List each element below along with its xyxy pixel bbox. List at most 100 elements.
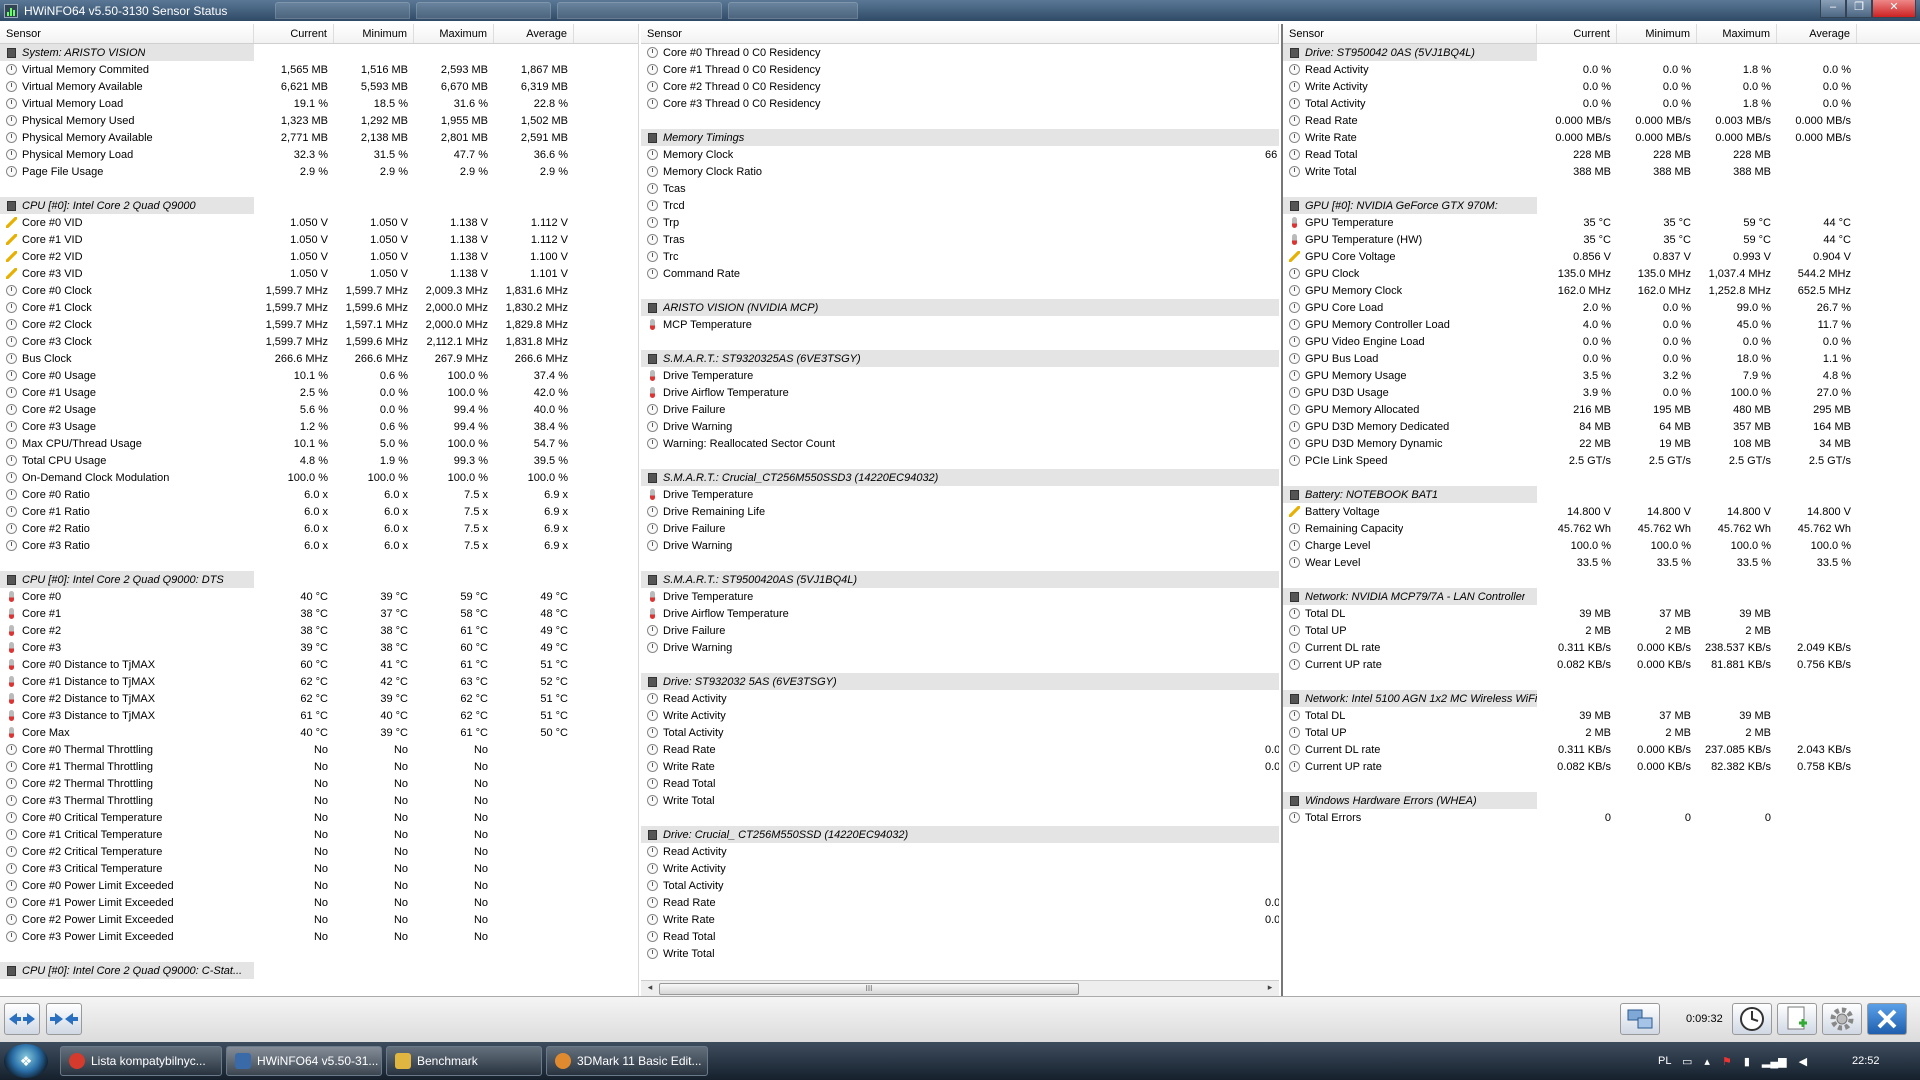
sensor-row[interactable]: Drive Remaining Life (641, 503, 1279, 520)
sensor-row[interactable]: GPU Memory Clock 162.0 MHz 162.0 MHz 1,252.… (1283, 282, 1920, 299)
sensor-row[interactable]: Core #1 Critical Temperature No No No (0, 826, 638, 843)
sensor-group-header[interactable]: Drive: ST932032 5AS (6VE3TSGY) (641, 673, 1279, 690)
sensor-group-header[interactable]: GPU [#0]: NVIDIA GeForce GTX 970M: (1283, 197, 1920, 214)
sensor-row[interactable]: Core #3 Clock 1,599.7 MHz 1,599.6 MHz 2,112… (0, 333, 638, 350)
minimize-button[interactable]: – (1820, 0, 1846, 18)
sensor-row[interactable]: GPU Video Engine Load 0.0 % 0.0 % 0.0 % 0.0 … (1283, 333, 1920, 350)
volume-icon[interactable]: ◀ (1799, 1055, 1807, 1068)
sensor-row[interactable]: Total Activity (641, 877, 1279, 894)
sensor-row[interactable]: Core #0 40 °C 39 °C 59 °C 49 °C (0, 588, 638, 605)
sensor-row[interactable]: Drive Airflow Temperature (641, 384, 1279, 401)
settings-button[interactable] (1822, 1003, 1862, 1035)
sensor-group-header[interactable]: S.M.A.R.T.: ST9500420AS (5VJ1BQ4L) (641, 571, 1279, 588)
sensor-row[interactable]: Core #2 Clock 1,599.7 MHz 1,597.1 MHz 2,000… (0, 316, 638, 333)
sensor-row[interactable]: Drive Temperature (641, 367, 1279, 384)
title-bar[interactable]: HWiNFO64 v5.50-3130 Sensor Status – ❐ ✕ (0, 0, 1920, 21)
sensor-row[interactable]: Core #3 Distance to TjMAX 61 °C 40 °C 62 °C… (0, 707, 638, 724)
language-indicator[interactable]: PL (1658, 1042, 1671, 1080)
sensor-row[interactable]: Command Rate (641, 265, 1279, 282)
sensor-group-header[interactable]: Battery: NOTEBOOK BAT1 (1283, 486, 1920, 503)
sensor-row[interactable]: Core #3 Critical Temperature No No No (0, 860, 638, 877)
sensor-row[interactable]: Total Activity 0.0 % 0.0 % 1.8 % 0.0 % (1283, 95, 1920, 112)
keyboard-icon[interactable]: ▭ (1682, 1055, 1692, 1068)
sensor-row[interactable]: Current UP rate 0.082 KB/s 0.000 KB/s 81.88… (1283, 656, 1920, 673)
sensor-row[interactable]: Total UP 2 MB 2 MB 2 MB (1283, 622, 1920, 639)
sensor-row[interactable]: Current UP rate 0.082 KB/s 0.000 KB/s 82.38… (1283, 758, 1920, 775)
sensor-row[interactable]: Core #1 Thread 0 C0 Residency (641, 61, 1279, 78)
sensor-row[interactable]: Core #1 Clock 1,599.7 MHz 1,599.6 MHz 2,000… (0, 299, 638, 316)
sensor-row[interactable]: Current DL rate 0.311 KB/s 0.000 KB/s 237.0… (1283, 741, 1920, 758)
sensor-row[interactable]: Core #3 Power Limit Exceeded No No No (0, 928, 638, 945)
sensor-row[interactable]: Drive Temperature (641, 588, 1279, 605)
sensor-row[interactable]: Bus Clock 266.6 MHz 266.6 MHz 267.9 MHz 266.… (0, 350, 638, 367)
sensor-row[interactable]: Core #2 Critical Temperature No No No (0, 843, 638, 860)
sensor-row[interactable]: GPU Temperature 35 °C 35 °C 59 °C 44 °C (1283, 214, 1920, 231)
sensor-row[interactable]: Core #2 Distance to TjMAX 62 °C 39 °C 62 °C… (0, 690, 638, 707)
sensor-row[interactable]: GPU D3D Usage 3.9 % 0.0 % 100.0 % 27.0 % (1283, 384, 1920, 401)
sensor-row[interactable]: Read Rate 0.0 (641, 894, 1279, 911)
sensor-row[interactable]: Write Rate 0.0 (641, 758, 1279, 775)
sensor-group-header[interactable]: CPU [#0]: Intel Core 2 Quad Q9000: DTS (0, 571, 638, 588)
sensor-row[interactable]: Core #1 Ratio 6.0 x 6.0 x 7.5 x 6.9 x (0, 503, 638, 520)
sensor-panel-left[interactable]: Sensor Current Minimum Maximum Average System… (0, 24, 639, 996)
sensor-group-header[interactable]: Windows Hardware Errors (WHEA) (1283, 792, 1920, 809)
sensor-row[interactable]: Drive Warning (641, 418, 1279, 435)
sensor-row[interactable]: Physical Memory Load 32.3 % 31.5 % 47.7 % 36… (0, 146, 638, 163)
column-header-sensor[interactable]: Sensor (1283, 24, 1537, 43)
sensor-row[interactable]: Write Activity (641, 707, 1279, 724)
sensor-row[interactable]: Total DL 39 MB 37 MB 39 MB (1283, 605, 1920, 622)
sensor-row[interactable]: Warning: Reallocated Sector Count (641, 435, 1279, 452)
scroll-left-arrow[interactable]: ◂ (643, 982, 657, 993)
scroll-right-arrow[interactable]: ▸ (1263, 982, 1277, 993)
sensor-row[interactable]: Drive Temperature (641, 486, 1279, 503)
sensor-row[interactable]: GPU Memory Controller Load 4.0 % 0.0 % 45.0… (1283, 316, 1920, 333)
wifi-signal-icon[interactable]: ▂▄▆ (1762, 1055, 1787, 1068)
sensor-row[interactable]: Drive Failure (641, 401, 1279, 418)
sensor-panel-right[interactable]: Sensor Current Minimum Maximum Average Drive:… (1281, 24, 1920, 996)
sensor-row[interactable]: Total DL 39 MB 37 MB 39 MB (1283, 707, 1920, 724)
sensor-row[interactable]: Core #2 VID 1.050 V 1.050 V 1.138 V 1.100 V (0, 248, 638, 265)
sensor-row[interactable]: GPU D3D Memory Dynamic 22 MB 19 MB 108 MB 34… (1283, 435, 1920, 452)
sensor-row[interactable]: Core #2 38 °C 38 °C 61 °C 49 °C (0, 622, 638, 639)
sensor-row[interactable]: Drive Warning (641, 537, 1279, 554)
sensor-row[interactable]: Page File Usage 2.9 % 2.9 % 2.9 % 2.9 % (0, 163, 638, 180)
sensor-group-header[interactable]: Network: NVIDIA MCP79/7A - LAN Controlle… (1283, 588, 1920, 605)
sensor-row[interactable]: Charge Level 100.0 % 100.0 % 100.0 % 100.0 % (1283, 537, 1920, 554)
taskbar-item-benchmark[interactable]: Benchmark (386, 1046, 542, 1076)
sensor-group-header[interactable]: CPU [#0]: Intel Core 2 Quad Q9000 (0, 197, 638, 214)
close-sensors-button[interactable] (1867, 1003, 1907, 1035)
sensor-row[interactable]: Total UP 2 MB 2 MB 2 MB (1283, 724, 1920, 741)
column-header-maximum[interactable]: Maximum (1697, 24, 1777, 43)
sensor-row[interactable]: Core #0 Distance to TjMAX 60 °C 41 °C 61 °C… (0, 656, 638, 673)
sensor-group-header[interactable]: Memory Timings (641, 129, 1279, 146)
sensor-row[interactable]: GPU Clock 135.0 MHz 135.0 MHz 1,037.4 MHz 54… (1283, 265, 1920, 282)
sensor-row[interactable]: Trcd (641, 197, 1279, 214)
sensor-row[interactable]: Read Total (641, 928, 1279, 945)
sensor-row[interactable]: Core #2 Ratio 6.0 x 6.0 x 7.5 x 6.9 x (0, 520, 638, 537)
sensor-row[interactable]: Virtual Memory Available 6,621 MB 5,593 MB… (0, 78, 638, 95)
sensor-panel-middle[interactable]: Sensor Core #0 Thread 0 C0 Residency Core … (641, 24, 1279, 996)
sensor-row[interactable]: Write Rate 0.0 (641, 911, 1279, 928)
sensor-row[interactable]: Core #2 Thermal Throttling No No No (0, 775, 638, 792)
sensor-row[interactable]: Current DL rate 0.311 KB/s 0.000 KB/s 238.5… (1283, 639, 1920, 656)
taskbar-clock[interactable]: 22:52 (1852, 1042, 1880, 1080)
sensor-row[interactable]: On-Demand Clock Modulation 100.0 % 100.0 %… (0, 469, 638, 486)
sensor-row[interactable]: Write Activity (641, 860, 1279, 877)
sensor-row[interactable]: Core #3 Thread 0 C0 Residency (641, 95, 1279, 112)
taskbar-item-opera[interactable]: Lista kompatybilnyc... (60, 1046, 222, 1076)
column-header-minimum[interactable]: Minimum (1617, 24, 1697, 43)
sensor-group-header[interactable]: CPU [#0]: Intel Core 2 Quad Q9000: C-Sta… (0, 962, 638, 979)
sensor-row[interactable]: Read Activity (641, 843, 1279, 860)
sensor-row[interactable]: Core #3 VID 1.050 V 1.050 V 1.138 V 1.101 V (0, 265, 638, 282)
logging-button[interactable] (1777, 1003, 1817, 1035)
sensor-row[interactable]: Core #0 Power Limit Exceeded No No No (0, 877, 638, 894)
sensor-row[interactable]: Write Activity 0.0 % 0.0 % 0.0 % 0.0 % (1283, 78, 1920, 95)
sensor-row[interactable]: Core #1 VID 1.050 V 1.050 V 1.138 V 1.112 V (0, 231, 638, 248)
expand-arrows-button[interactable] (46, 1003, 82, 1035)
sensor-row[interactable]: Core #0 VID 1.050 V 1.050 V 1.138 V 1.112 V (0, 214, 638, 231)
sensor-row[interactable]: Memory Clock 66 (641, 146, 1279, 163)
sensor-row[interactable]: Core #0 Ratio 6.0 x 6.0 x 7.5 x 6.9 x (0, 486, 638, 503)
column-header-maximum[interactable]: Maximum (414, 24, 494, 43)
sensor-row[interactable]: Write Total 388 MB 388 MB 388 MB (1283, 163, 1920, 180)
sensor-row[interactable]: Core Max 40 °C 39 °C 61 °C 50 °C (0, 724, 638, 741)
